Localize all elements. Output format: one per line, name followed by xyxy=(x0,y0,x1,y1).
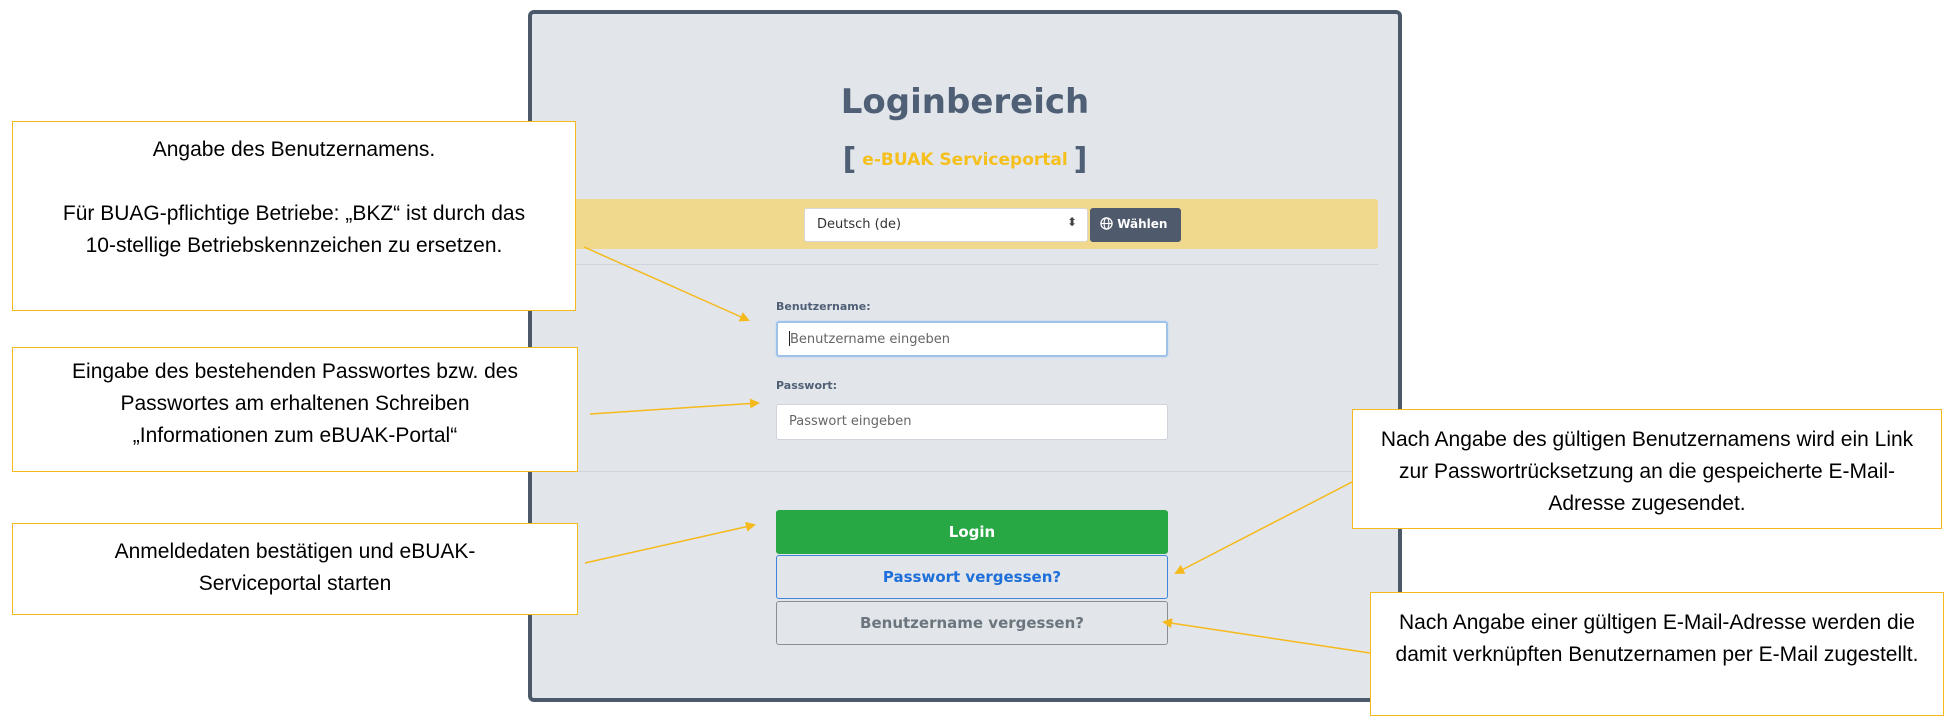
callout-arrows xyxy=(583,246,1371,654)
arrow-forgot-username xyxy=(1162,618,1371,654)
arrow-login xyxy=(584,521,756,564)
arrow-password xyxy=(589,398,760,415)
arrow-username xyxy=(583,246,750,322)
arrow-forgot-password xyxy=(1174,481,1353,574)
